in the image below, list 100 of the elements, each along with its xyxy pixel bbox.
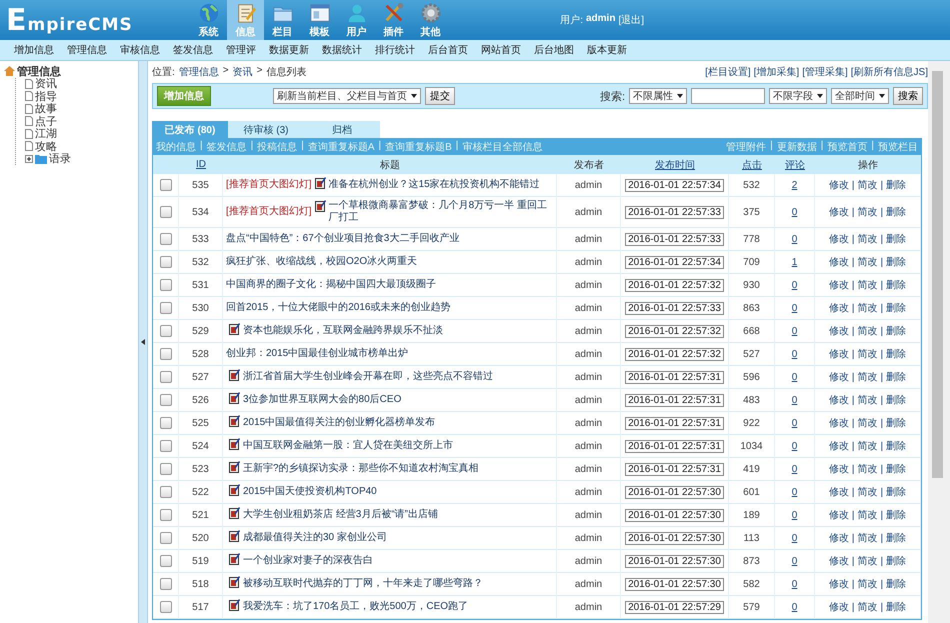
menu-item[interactable]: 签发信息 [173,43,213,57]
row-checkbox[interactable] [160,233,172,245]
menu-item[interactable]: 增加信息 [14,43,54,57]
row-action-link[interactable]: 简改 [858,393,878,407]
row-action-link[interactable]: 删除 [886,255,906,269]
top-link[interactable]: [管理采集] [802,65,848,79]
row-action-link[interactable]: 删除 [886,205,906,219]
title-link[interactable]: 2015中国天使投资机构TOP40 [243,486,377,498]
column-header[interactable]: 发布时间 [621,155,729,174]
nav-tab[interactable]: 系统 [190,0,227,40]
comments-link[interactable]: 0 [792,418,798,428]
row-checkbox[interactable] [160,279,172,291]
row-checkbox[interactable] [160,348,172,360]
row-action-link[interactable]: 简改 [858,577,878,591]
comments-link[interactable]: 0 [792,486,798,498]
comments-link[interactable]: 0 [792,440,798,452]
title-link[interactable]: 浙江省首届大学生创业峰会开幕在即，这些亮点不容错过 [243,371,493,383]
top-link[interactable]: [栏目设置] [705,65,751,79]
menu-item[interactable]: 后台地图 [534,43,574,57]
comments-link[interactable]: 0 [792,206,798,218]
row-action-link[interactable]: 简改 [858,485,878,499]
title-link[interactable]: 资本也能娱乐化，互联网金融跨界娱乐不扯淡 [243,325,443,337]
title-link[interactable]: 中国互联网金融第一股：宜人贷在美纽交所上市 [243,440,453,452]
row-action-link[interactable]: 简改 [858,324,878,338]
tree-item[interactable]: 指导 [35,88,57,104]
row-action-link[interactable]: 修改 [828,554,849,568]
column-header[interactable]: ID [179,155,223,174]
row-action-link[interactable]: 简改 [858,178,878,192]
title-link[interactable]: 创业邦：2015中国最佳创业城市榜单出炉 [226,348,408,360]
tab[interactable]: 待审核 (3) [228,121,304,138]
row-action-link[interactable]: 简改 [858,278,878,292]
row-action-link[interactable]: 修改 [828,205,849,219]
field-select[interactable]: 不限字段 [769,88,827,104]
row-action-link[interactable]: 修改 [828,255,849,269]
row-checkbox[interactable] [160,463,172,475]
row-action-link[interactable]: 修改 [828,531,849,545]
row-action-link[interactable]: 简改 [858,531,878,545]
row-action-link[interactable]: 简改 [858,416,878,430]
submit-button[interactable]: 提交 [425,87,455,105]
row-checkbox[interactable] [160,509,172,521]
column-header[interactable]: 点击 [729,155,775,174]
row-action-link[interactable]: 删除 [886,278,906,292]
title-link[interactable]: 中国商界的圈子文化：揭秘中国四大最顶级圈子 [226,279,436,291]
tree-item[interactable]: 点子 [35,114,57,129]
time-select[interactable]: 全部时间 [831,88,889,104]
menu-item[interactable]: 管理评 [226,43,256,57]
row-action-link[interactable]: 修改 [828,324,849,338]
row-action-link[interactable]: 删除 [886,485,906,499]
comments-link[interactable]: 0 [792,302,798,314]
row-action-link[interactable]: 删除 [886,347,906,361]
row-action-link[interactable]: 简改 [858,462,878,476]
row-action-link[interactable]: 简改 [858,600,878,614]
row-action-link[interactable]: 修改 [828,393,849,407]
row-action-link[interactable]: 简改 [858,232,878,246]
title-link[interactable]: 准备在杭州创业？这15家在杭投资机构不能错过 [328,179,540,191]
attribute-select[interactable]: 不限属性 [629,88,687,104]
row-action-link[interactable]: 修改 [828,600,849,614]
row-action-link[interactable]: 修改 [828,508,849,522]
menu-item[interactable]: 数据统计 [322,43,362,57]
title-link[interactable]: 成都最值得关注的30 家创业公司 [243,532,387,544]
top-link[interactable]: [增加采集] [754,65,800,79]
scrollbar-thumb[interactable] [932,71,943,478]
search-field[interactable] [691,88,765,104]
comments-link[interactable]: 0 [792,234,798,244]
row-checkbox[interactable] [160,532,172,544]
row-action-link[interactable]: 删除 [886,531,906,545]
nav-tab[interactable]: 栏目 [264,0,301,40]
row-action-link[interactable]: 删除 [886,508,906,522]
title-link[interactable]: 大学生创业租奶茶店 经营3月后被“请”出店铺 [243,509,438,521]
row-action-link[interactable]: 修改 [828,416,849,430]
row-action-link[interactable]: 修改 [828,577,849,591]
menu-item[interactable]: 审核信息 [120,43,160,57]
row-action-link[interactable]: 修改 [828,278,849,292]
row-action-link[interactable]: 删除 [886,600,906,614]
row-action-link[interactable]: 删除 [886,554,906,568]
row-action-link[interactable]: 简改 [858,508,878,522]
comments-link[interactable]: 2 [792,180,798,190]
breadcrumb-link[interactable]: 管理信息 [178,65,219,79]
row-action-link[interactable]: 删除 [886,462,906,476]
row-action-link[interactable]: 删除 [886,178,906,192]
menu-item[interactable]: 数据更新 [269,43,309,57]
menu-item[interactable]: 管理信息 [67,43,107,57]
title-link[interactable]: 王新宇?的乡镇探访实录：那些你不知道农村淘宝真相 [243,463,479,475]
row-action-link[interactable]: 修改 [828,485,849,499]
row-action-link[interactable]: 修改 [828,178,849,192]
search-button[interactable]: 搜索 [893,87,923,105]
comments-link[interactable]: 0 [792,532,798,544]
row-action-link[interactable]: 修改 [828,439,849,453]
row-action-link[interactable]: 简改 [858,255,878,269]
row-action-link[interactable]: 简改 [858,554,878,568]
comments-link[interactable]: 0 [792,464,798,474]
nav-tab[interactable]: 插件 [375,0,412,40]
row-action-link[interactable]: 修改 [828,301,849,315]
row-checkbox[interactable] [160,394,172,406]
title-link[interactable]: 一个创业家对妻子的深夜告白 [243,555,373,567]
row-action-link[interactable]: 简改 [858,301,878,315]
row-action-link[interactable]: 修改 [828,347,849,361]
tab[interactable]: 归档 [304,121,380,138]
row-checkbox[interactable] [160,371,172,383]
collapse-icon[interactable] [141,339,145,345]
